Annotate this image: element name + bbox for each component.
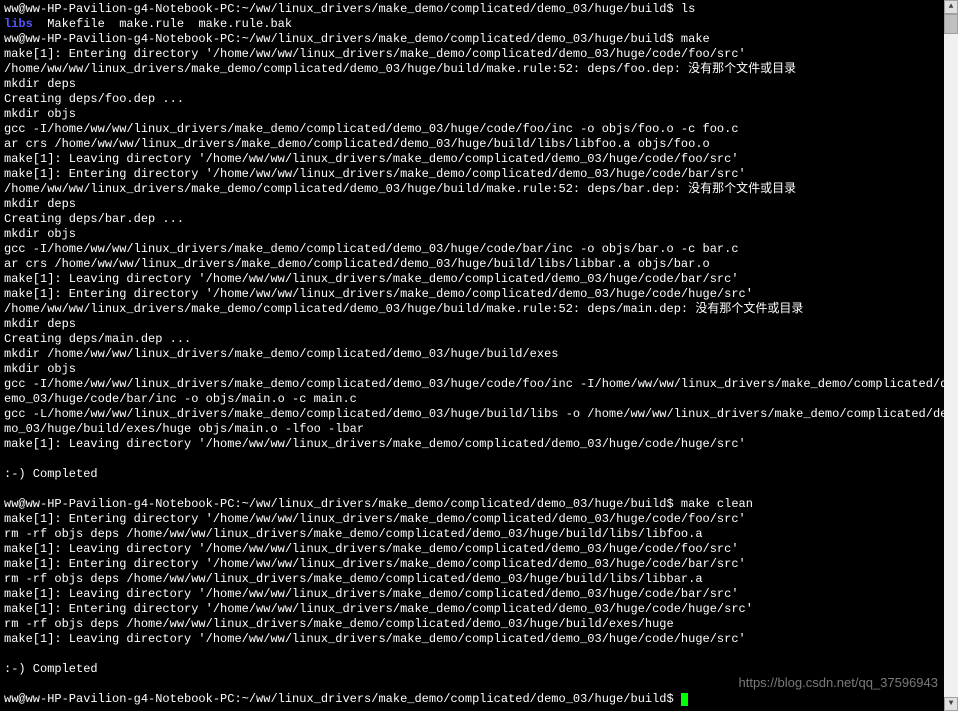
file-list: Makefile make.rule make.rule.bak [33,17,292,31]
terminal-line: mkdir objs [4,362,954,377]
terminal-line: make[1]: Entering directory '/home/ww/ww… [4,557,954,572]
terminal-line: ww@ww-HP-Pavilion-g4-Notebook-PC:~/ww/li… [4,692,954,707]
terminal-line: /home/ww/ww/linux_drivers/make_demo/comp… [4,62,954,77]
watermark-text: https://blog.csdn.net/qq_37596943 [739,675,939,691]
terminal-line: /home/ww/ww/linux_drivers/make_demo/comp… [4,182,954,197]
terminal-line: :-) Completed [4,467,954,482]
terminal-line: /home/ww/ww/linux_drivers/make_demo/comp… [4,302,954,317]
terminal-line: Creating deps/main.dep ... [4,332,954,347]
terminal-line: mkdir deps [4,197,954,212]
terminal-line: make[1]: Leaving directory '/home/ww/ww/… [4,632,954,647]
scrollbar[interactable]: ▲ ▼ [944,0,958,711]
terminal-line: rm -rf objs deps /home/ww/ww/linux_drive… [4,617,954,632]
terminal-line: ww@ww-HP-Pavilion-g4-Notebook-PC:~/ww/li… [4,497,954,512]
shell-prompt: ww@ww-HP-Pavilion-g4-Notebook-PC:~/ww/li… [4,692,681,706]
terminal-line: make[1]: Leaving directory '/home/ww/ww/… [4,542,954,557]
terminal-line: make[1]: Entering directory '/home/ww/ww… [4,47,954,62]
terminal-line: gcc -I/home/ww/ww/linux_drivers/make_dem… [4,122,954,137]
terminal-line: Creating deps/foo.dep ... [4,92,954,107]
terminal-line: make[1]: Leaving directory '/home/ww/ww/… [4,587,954,602]
terminal-line: libs Makefile make.rule make.rule.bak [4,17,954,32]
terminal-line: gcc -I/home/ww/ww/linux_drivers/make_dem… [4,242,954,257]
terminal-line: mkdir deps [4,77,954,92]
terminal-line: make[1]: Entering directory '/home/ww/ww… [4,602,954,617]
terminal-line: gcc -I/home/ww/ww/linux_drivers/make_dem… [4,377,954,407]
terminal-line: mkdir objs [4,107,954,122]
terminal-line: ar crs /home/ww/ww/linux_drivers/make_de… [4,137,954,152]
terminal-line [4,647,954,662]
terminal-line: make[1]: Entering directory '/home/ww/ww… [4,287,954,302]
terminal-line: make[1]: Entering directory '/home/ww/ww… [4,167,954,182]
terminal-line: Creating deps/bar.dep ... [4,212,954,227]
terminal-line [4,452,954,467]
terminal-line: ww@ww-HP-Pavilion-g4-Notebook-PC:~/ww/li… [4,32,954,47]
terminal-line: mkdir objs [4,227,954,242]
directory-name: libs [4,17,33,31]
terminal-line [4,482,954,497]
terminal-line: rm -rf objs deps /home/ww/ww/linux_drive… [4,527,954,542]
scrollbar-thumb[interactable] [944,14,958,34]
terminal-line: ww@ww-HP-Pavilion-g4-Notebook-PC:~/ww/li… [4,2,954,17]
terminal-line: make[1]: Leaving directory '/home/ww/ww/… [4,272,954,287]
scrollbar-down-arrow-icon[interactable]: ▼ [944,697,958,711]
terminal-line: rm -rf objs deps /home/ww/ww/linux_drive… [4,572,954,587]
terminal-line: mkdir /home/ww/ww/linux_drivers/make_dem… [4,347,954,362]
terminal-line: ar crs /home/ww/ww/linux_drivers/make_de… [4,257,954,272]
cursor-icon [681,693,688,706]
terminal-output[interactable]: ww@ww-HP-Pavilion-g4-Notebook-PC:~/ww/li… [4,2,954,707]
terminal-line: gcc -L/home/ww/ww/linux_drivers/make_dem… [4,407,954,437]
terminal-line: make[1]: Leaving directory '/home/ww/ww/… [4,152,954,167]
terminal-line: make[1]: Entering directory '/home/ww/ww… [4,512,954,527]
scrollbar-up-arrow-icon[interactable]: ▲ [944,0,958,14]
terminal-line: mkdir deps [4,317,954,332]
terminal-line: make[1]: Leaving directory '/home/ww/ww/… [4,437,954,452]
